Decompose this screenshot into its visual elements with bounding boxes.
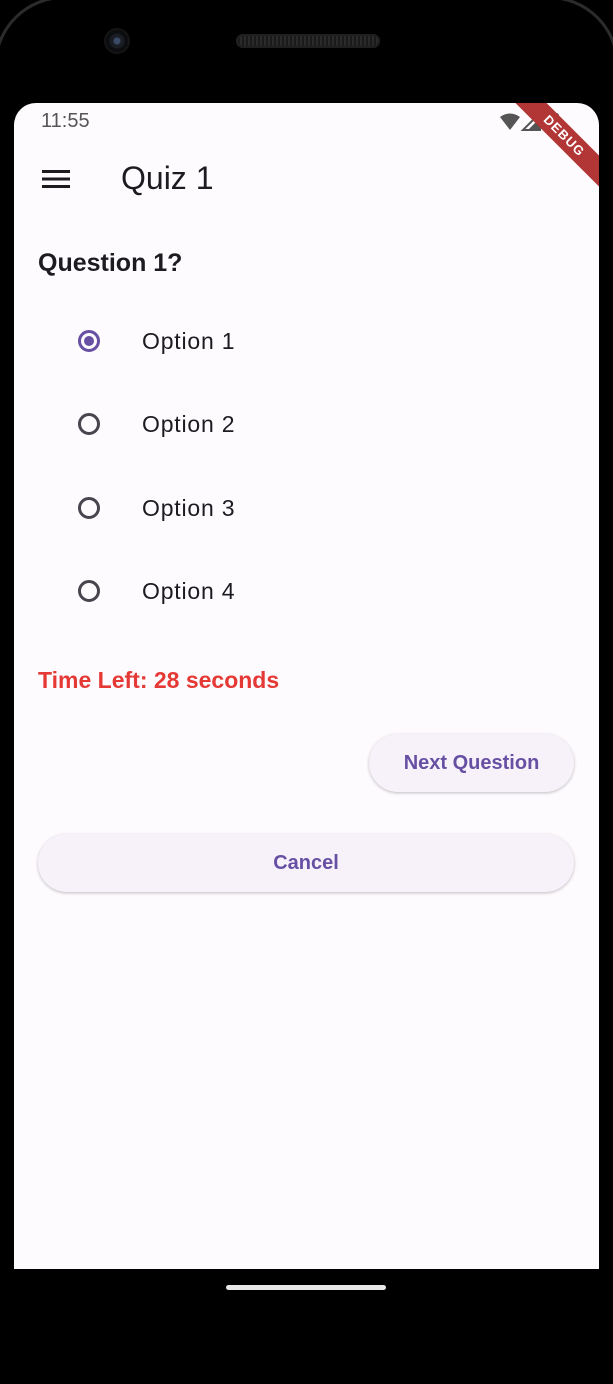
option-label: Option 1 [142,327,236,354]
option-label: Option 3 [142,494,236,521]
option-label: Option 2 [142,410,236,437]
status-time: 11:55 [41,110,90,132]
wifi-icon [500,113,520,130]
option-label: Option 4 [142,577,236,604]
time-left-text: Time Left: 28 seconds [38,667,280,693]
page-title: Quiz 1 [121,160,214,196]
earpiece-speaker [236,34,380,48]
status-bar: 11:55 DEBUG [14,103,599,197]
device-frame: 11:55 DEBUG Quiz 1 Question 1? Option 1 … [0,0,613,1384]
menu-icon [42,170,70,188]
front-camera [106,30,128,52]
system-nav-bar [0,1269,613,1384]
radio-option-3[interactable] [78,497,100,519]
screen: 11:55 DEBUG Quiz 1 Question 1? Option 1 … [14,103,599,1269]
radio-option-2[interactable] [78,413,100,435]
menu-button[interactable] [36,159,76,199]
next-question-button[interactable]: Next Question [369,734,574,792]
option-3[interactable]: Option 3 [52,478,552,538]
app-bar: Quiz 1 [14,143,599,215]
option-1[interactable]: Option 1 [52,311,552,371]
cancel-button[interactable]: Cancel [38,834,574,892]
radio-option-1[interactable] [78,330,100,352]
question-text: Question 1? [38,249,183,277]
home-indicator[interactable] [226,1285,386,1290]
radio-option-4[interactable] [78,580,100,602]
option-2[interactable]: Option 2 [52,394,552,454]
option-4[interactable]: Option 4 [52,561,552,621]
